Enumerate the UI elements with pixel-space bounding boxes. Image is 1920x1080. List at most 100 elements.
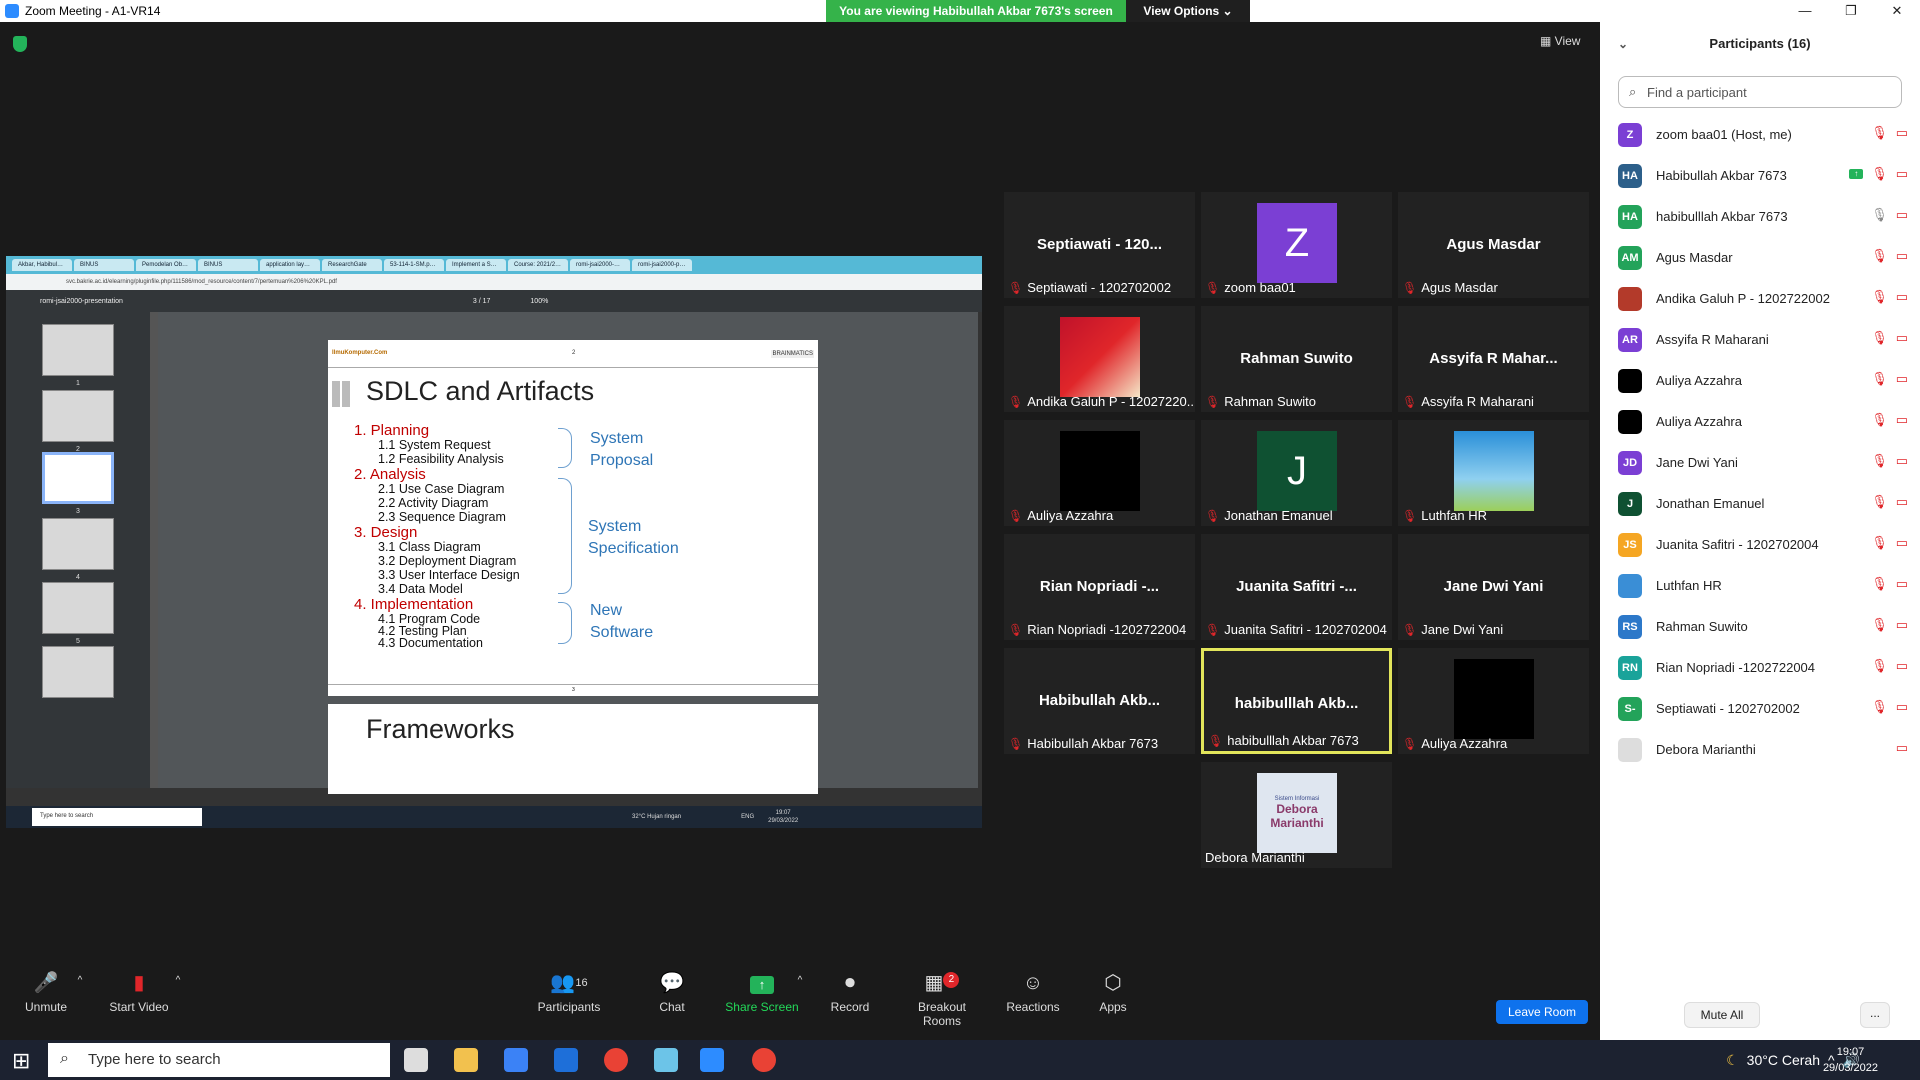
browser-tab[interactable]: Akbar, Habibul… xyxy=(12,259,72,271)
video-tile[interactable]: 🎙 Andika Galuh P - 12027220... xyxy=(1004,306,1195,412)
tile-display-name: Agus Masdar xyxy=(1446,236,1541,253)
browser-tab[interactable]: Pemodelan Ob… xyxy=(136,259,196,271)
video-tile[interactable]: Rahman Suwito 🎙 Rahman Suwito xyxy=(1201,306,1392,412)
search-icon: ⌕ xyxy=(60,1050,69,1067)
participant-row[interactable]: HA habibulllah Akbar 7673 🎙 ▭ xyxy=(1618,196,1908,237)
participant-row[interactable]: Auliya Azzahra 🎙 ▭ xyxy=(1618,401,1908,442)
video-tile[interactable]: 🎙 Luthfan HR xyxy=(1398,420,1589,526)
audio-options-caret[interactable]: ^ xyxy=(74,966,86,1040)
browser-tab[interactable]: romi-jsai2000-… xyxy=(570,259,630,271)
browser-tab[interactable]: 53-114-1-SM.p… xyxy=(384,259,444,271)
share-screen-button[interactable]: ↑ Share Screen xyxy=(722,966,802,1040)
tile-display-name: Rian Nopriadi -... xyxy=(1039,578,1160,595)
video-options-caret[interactable]: ^ xyxy=(172,966,184,1040)
video-tile[interactable]: Septiawati - 120... 🎙 Septiawati - 1202702… xyxy=(1004,192,1195,298)
leave-room-button[interactable]: Leave Room xyxy=(1496,1000,1588,1024)
slide-title-bars xyxy=(332,381,360,407)
security-shield-icon[interactable] xyxy=(13,36,27,52)
reactions-button[interactable]: ☺ Reactions xyxy=(1006,966,1060,1040)
more-options-button[interactable]: ... xyxy=(1860,1002,1890,1028)
browser-tab[interactable]: Course: 2021/2… xyxy=(508,259,568,271)
participant-row[interactable]: JD Jane Dwi Yani 🎙 ▭ xyxy=(1618,442,1908,483)
video-off-icon: ▭ xyxy=(1895,494,1908,509)
shared-screen[interactable]: Akbar, Habibul… BINUS Pemodelan Ob… BINUS ap… xyxy=(6,256,982,828)
chat-button[interactable]: 💬 Chat xyxy=(652,966,692,1040)
participant-row[interactable]: Debora Marianthi ▭ xyxy=(1618,729,1908,770)
taskbar-search-box[interactable]: ⌕ Type here to search xyxy=(48,1043,390,1077)
browser-tab[interactable]: romi-jsai2000-p… xyxy=(632,259,692,271)
record-button[interactable]: ⏺ Record xyxy=(830,966,870,1040)
video-tile[interactable]: Rian Nopriadi -... 🎙 Rian Nopriadi -120272… xyxy=(1004,534,1195,640)
apps-button[interactable]: ⬡ Apps xyxy=(1098,966,1128,1040)
share-options-caret[interactable]: ^ xyxy=(794,966,806,1040)
restore-icon[interactable]: ❐ xyxy=(1828,0,1874,22)
app-icon[interactable] xyxy=(654,1048,678,1072)
microphone-muted-icon: 🎙 xyxy=(1871,617,1888,632)
view-layout-button[interactable]: ▦ View xyxy=(1540,34,1580,48)
video-tile[interactable]: 🎙 Auliya Azzahra xyxy=(1398,648,1589,754)
microphone-muted-icon: 🎙 xyxy=(1008,508,1024,523)
breakout-rooms-icon: ▦ xyxy=(924,972,944,994)
unmute-button[interactable]: 🎤 Unmute xyxy=(22,966,70,1040)
minimize-icon[interactable]: — xyxy=(1782,0,1828,22)
find-participant-input[interactable]: ⌕ Find a participant xyxy=(1618,76,1902,108)
windows-start-icon[interactable]: ⊞ xyxy=(12,1048,30,1074)
participant-row[interactable]: HA Habibullah Akbar 7673 ↑ 🎙 ▭ xyxy=(1618,155,1908,196)
chrome-icon[interactable] xyxy=(604,1048,628,1072)
microsoft-store-icon[interactable] xyxy=(504,1048,528,1072)
participant-row[interactable]: S- Septiawati - 1202702002 🎙 ▭ xyxy=(1618,688,1908,729)
file-explorer-icon[interactable] xyxy=(454,1048,478,1072)
video-off-icon: ▮ xyxy=(133,972,145,994)
participant-row[interactable]: AR Assyifa R Maharani 🎙 ▭ xyxy=(1618,319,1908,360)
task-view-icon[interactable] xyxy=(404,1048,428,1072)
section-item: 3.4 Data Model xyxy=(378,582,463,596)
video-off-icon: ▭ xyxy=(1895,535,1908,550)
tile-photo xyxy=(1454,659,1534,739)
video-tile[interactable]: Assyifa R Mahar... 🎙 Assyifa R Maharani xyxy=(1398,306,1589,412)
viewing-banner: You are viewing Habibullah Akbar 7673's … xyxy=(826,0,1250,22)
close-icon[interactable]: ✕ xyxy=(1874,0,1920,22)
participant-row[interactable]: JS Juanita Safitri - 1202702004 🎙 ▭ xyxy=(1618,524,1908,565)
participant-row[interactable]: RS Rahman Suwito 🎙 ▭ xyxy=(1618,606,1908,647)
browser-tab[interactable]: ResearchGate xyxy=(322,259,382,271)
participant-row[interactable]: Zzoom baa01 (Host, me) 🎙 ▭ xyxy=(1618,114,1908,155)
video-off-icon: ▭ xyxy=(1895,289,1908,304)
participant-row[interactable]: Andika Galuh P - 1202722002 🎙 ▭ xyxy=(1618,278,1908,319)
participant-row[interactable]: AM Agus Masdar 🎙 ▭ xyxy=(1618,237,1908,278)
tile-name: Rahman Suwito xyxy=(1224,394,1317,409)
video-tile[interactable]: Agus Masdar 🎙 Agus Masdar xyxy=(1398,192,1589,298)
chrome-icon[interactable] xyxy=(752,1048,776,1072)
browser-tab[interactable]: BINUS xyxy=(198,259,258,271)
video-tile[interactable]: J 🎙 Jonathan Emanuel xyxy=(1201,420,1392,526)
pdf-document-view: IlmuKomputer.Com 2 BRAINMATICS SDLC and … xyxy=(158,312,978,794)
participant-row[interactable]: RN Rian Nopriadi -1202722004 🎙 ▭ xyxy=(1618,647,1908,688)
mute-all-button[interactable]: Mute All xyxy=(1684,1002,1760,1028)
participant-name: Debora Marianthi xyxy=(1656,742,1756,757)
video-tile[interactable]: Jane Dwi Yani 🎙 Jane Dwi Yani xyxy=(1398,534,1589,640)
browser-tab[interactable]: application lay… xyxy=(260,259,320,271)
taskbar-clock[interactable]: 19:07 29/03/2022 xyxy=(1823,1044,1878,1076)
participant-row[interactable]: Auliya Azzahra 🎙 ▭ xyxy=(1618,360,1908,401)
view-options-button[interactable]: View Options ⌄ xyxy=(1126,0,1250,22)
chevron-down-icon[interactable]: ⌄ xyxy=(1618,22,1628,66)
video-tile[interactable]: Z 🎙 zoom baa01 xyxy=(1201,192,1392,298)
participant-row[interactable]: Luthfan HR 🎙 ▭ xyxy=(1618,565,1908,606)
zoom-taskbar-icon[interactable] xyxy=(700,1048,724,1072)
tile-name-label: 🎙 Luthfan HR xyxy=(1402,508,1487,523)
tile-display-name: Juanita Safitri -... xyxy=(1236,578,1357,595)
video-tile[interactable]: Juanita Safitri -... 🎙 Juanita Safitri - 1… xyxy=(1201,534,1392,640)
apps-icon: ⬡ xyxy=(1104,972,1122,994)
tile-name-label: 🎙 Agus Masdar xyxy=(1402,280,1498,295)
browser-tab[interactable]: BINUS xyxy=(74,259,134,271)
browser-tab[interactable]: Implement a S… xyxy=(446,259,506,271)
breakout-rooms-button[interactable]: ▦ 2 Breakout Rooms xyxy=(898,966,986,1040)
video-tile[interactable]: 🎙 Auliya Azzahra xyxy=(1004,420,1195,526)
slide-header-page: 2 xyxy=(572,350,576,356)
mail-icon[interactable] xyxy=(554,1048,578,1072)
video-tile[interactable]: Habibullah Akb... 🎙 Habibullah Akbar 7673 xyxy=(1004,648,1195,754)
participants-button[interactable]: 👥16 Participants xyxy=(532,966,606,1040)
start-video-button[interactable]: ▮ Start Video xyxy=(104,966,174,1040)
participant-row[interactable]: J Jonathan Emanuel 🎙 ▭ xyxy=(1618,483,1908,524)
video-tile[interactable]: Sistem Informasi Debora Marianthi Debora M… xyxy=(1201,762,1392,868)
video-tile[interactable]: habibulllah Akb... 🎙 habibulllah Akbar 767… xyxy=(1201,648,1392,754)
